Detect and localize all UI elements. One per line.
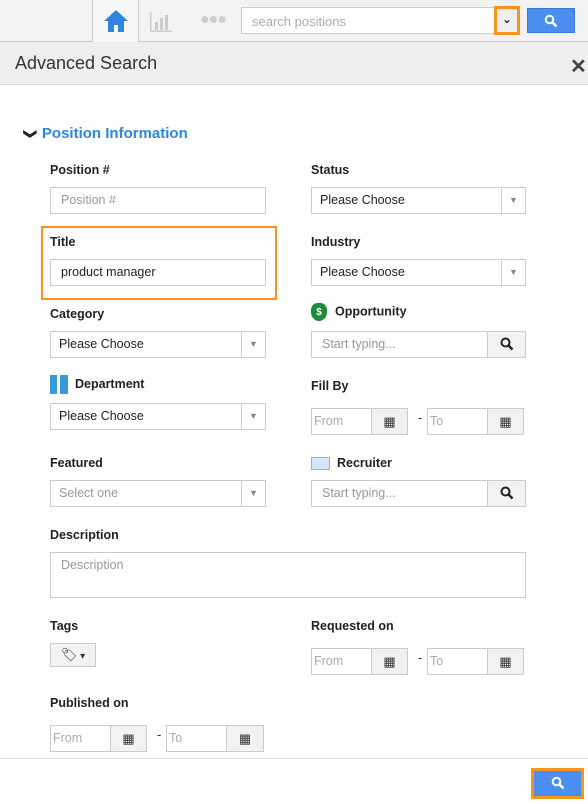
tags-label: Tags bbox=[50, 619, 79, 633]
published-from-input[interactable]: From bbox=[50, 725, 111, 752]
calendar-icon[interactable]: ▦ bbox=[110, 725, 147, 752]
description-label: Description bbox=[50, 528, 119, 542]
calendar-icon[interactable]: ▦ bbox=[487, 648, 524, 675]
status-select[interactable]: Please Choose ▼ bbox=[311, 187, 526, 214]
department-select[interactable]: Please Choose ▼ bbox=[50, 403, 266, 430]
tags-dropdown-button[interactable]: 🏷 ▾ bbox=[50, 643, 96, 667]
search-icon bbox=[500, 486, 513, 500]
status-label: Status bbox=[311, 163, 350, 177]
requested-on-label: Requested on bbox=[311, 619, 394, 633]
section-title: Position Information bbox=[41, 125, 188, 142]
search-icon bbox=[500, 337, 513, 351]
opportunity-search-button[interactable] bbox=[487, 331, 526, 358]
calendar-icon[interactable]: ▦ bbox=[226, 725, 264, 752]
position-number-label: Position # bbox=[50, 163, 110, 177]
industry-value: Please Choose bbox=[320, 265, 405, 279]
industry-label: Industry bbox=[311, 235, 361, 249]
chevron-down-icon: ❯ bbox=[23, 128, 39, 140]
range-dash: - bbox=[157, 727, 162, 742]
search-input[interactable]: search positions bbox=[241, 7, 495, 34]
more-icon[interactable]: ●●● bbox=[200, 11, 227, 29]
search-icon bbox=[544, 14, 558, 28]
caret-down-icon: ▼ bbox=[501, 188, 525, 213]
recruiter-search-button[interactable] bbox=[487, 480, 526, 507]
range-dash: - bbox=[418, 410, 423, 425]
department-label-text: Department bbox=[75, 376, 145, 391]
tab-home[interactable] bbox=[92, 0, 139, 42]
featured-label: Featured bbox=[50, 456, 103, 470]
opportunity-input[interactable]: Start typing... bbox=[311, 331, 488, 358]
calendar-icon[interactable]: ▦ bbox=[371, 408, 408, 435]
published-to-input[interactable]: To bbox=[166, 725, 227, 752]
calendar-icon[interactable]: ▦ bbox=[371, 648, 408, 675]
opportunity-label-text: Opportunity bbox=[335, 304, 407, 319]
title-label: Title bbox=[50, 235, 76, 249]
home-icon bbox=[104, 10, 128, 32]
recruiter-label: Recruiter bbox=[311, 456, 392, 471]
featured-select[interactable]: Select one ▼ bbox=[50, 480, 266, 507]
category-select[interactable]: Please Choose ▼ bbox=[50, 331, 266, 358]
opportunity-label: $ Opportunity bbox=[311, 303, 407, 321]
recruiter-label-text: Recruiter bbox=[337, 456, 392, 470]
caret-down-icon: ▼ bbox=[241, 404, 265, 429]
tag-icon: 🏷 bbox=[60, 647, 78, 662]
caret-down-icon: ▼ bbox=[241, 481, 265, 506]
money-bag-icon: $ bbox=[311, 303, 327, 321]
building-icon bbox=[50, 375, 68, 394]
requested-from-input[interactable]: From bbox=[311, 648, 372, 675]
fill-by-from-input[interactable]: From bbox=[311, 408, 372, 435]
search-dropdown-button[interactable]: ⌄ bbox=[494, 6, 520, 35]
featured-value: Select one bbox=[59, 486, 119, 500]
fill-by-to-input[interactable]: To bbox=[427, 408, 488, 435]
section-toggle[interactable]: ❯ Position Information bbox=[23, 125, 188, 142]
calendar-icon[interactable]: ▦ bbox=[487, 408, 524, 435]
department-label: Department bbox=[50, 375, 144, 394]
range-dash: - bbox=[418, 650, 423, 665]
close-icon[interactable]: ✕ bbox=[570, 54, 587, 79]
chevron-down-icon: ⌄ bbox=[502, 14, 512, 26]
category-value: Please Choose bbox=[59, 337, 144, 351]
status-value: Please Choose bbox=[320, 193, 405, 207]
footer-divider bbox=[0, 758, 588, 759]
department-value: Please Choose bbox=[59, 409, 144, 423]
chart-icon[interactable] bbox=[150, 12, 172, 32]
search-button[interactable] bbox=[527, 8, 575, 33]
industry-select[interactable]: Please Choose ▼ bbox=[311, 259, 526, 286]
position-number-input[interactable]: Position # bbox=[50, 187, 266, 214]
advanced-search-submit-button[interactable] bbox=[531, 768, 584, 799]
requested-to-input[interactable]: To bbox=[427, 648, 488, 675]
category-label: Category bbox=[50, 307, 105, 321]
caret-down-icon: ▼ bbox=[241, 332, 265, 357]
caret-down-icon: ▼ bbox=[501, 260, 525, 285]
id-card-icon bbox=[311, 457, 330, 471]
recruiter-input[interactable]: Start typing... bbox=[311, 480, 488, 507]
page-title: Advanced Search bbox=[15, 53, 158, 73]
title-input[interactable]: product manager bbox=[50, 259, 266, 286]
description-textarea[interactable]: Description bbox=[50, 552, 526, 598]
published-on-label: Published on bbox=[50, 696, 129, 710]
fill-by-label: Fill By bbox=[311, 379, 349, 393]
search-icon bbox=[551, 776, 564, 790]
